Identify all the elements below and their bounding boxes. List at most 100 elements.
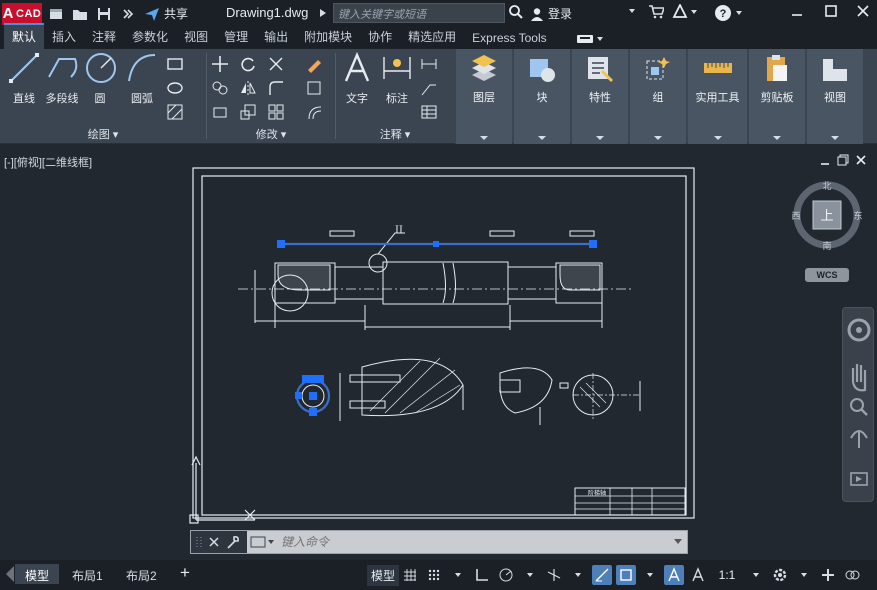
properties-panel[interactable]: 特性 bbox=[571, 49, 628, 144]
tab-scroll-icon[interactable] bbox=[6, 566, 14, 582]
tab-addins[interactable]: 附加模块 bbox=[296, 25, 360, 49]
close-icon[interactable] bbox=[856, 4, 870, 18]
zoom-icon[interactable] bbox=[850, 398, 868, 416]
table-icon[interactable] bbox=[420, 103, 438, 121]
steering-wheel-icon[interactable] bbox=[847, 318, 871, 342]
annotation-visibility-icon[interactable] bbox=[664, 565, 684, 585]
help-icon[interactable]: ? bbox=[714, 4, 744, 22]
pan-hand-icon[interactable] bbox=[851, 364, 867, 392]
viewcube[interactable]: 上 北 南 东 西 bbox=[792, 180, 862, 250]
stretch-icon[interactable] bbox=[211, 103, 229, 121]
iso-dropdown-icon[interactable] bbox=[568, 565, 588, 585]
isodraft-icon[interactable] bbox=[544, 565, 564, 585]
polar-dropdown-icon[interactable] bbox=[520, 565, 540, 585]
cart-icon[interactable] bbox=[648, 4, 664, 20]
minimize-icon[interactable] bbox=[790, 4, 804, 18]
dropdown-icon[interactable] bbox=[628, 4, 636, 13]
ellipse-icon[interactable] bbox=[166, 79, 184, 97]
tab-manage[interactable]: 管理 bbox=[216, 25, 256, 49]
drawing-canvas[interactable]: 阶梯轴 II bbox=[0, 145, 877, 560]
circle-tool[interactable]: 圆 bbox=[84, 51, 116, 106]
modify-panel-title[interactable]: 修改 ▾ bbox=[207, 126, 335, 142]
mirror-icon[interactable] bbox=[239, 79, 257, 97]
hatch-icon[interactable] bbox=[166, 103, 184, 121]
linear-dim-icon[interactable] bbox=[420, 55, 438, 73]
doc-arrow-icon[interactable] bbox=[319, 7, 327, 21]
line-tool[interactable]: 直线 bbox=[6, 51, 42, 106]
object-snap-tracking-icon[interactable] bbox=[592, 565, 612, 585]
command-history-caret-icon[interactable] bbox=[674, 539, 682, 544]
utilities-panel[interactable]: 实用工具 bbox=[687, 49, 747, 144]
move-icon[interactable] bbox=[211, 55, 229, 73]
orbit-icon[interactable] bbox=[850, 430, 868, 448]
grid-icon[interactable] bbox=[400, 565, 420, 585]
leader-icon[interactable] bbox=[420, 79, 438, 97]
tab-collaborate[interactable]: 协作 bbox=[360, 25, 400, 49]
wcs-menu[interactable]: WCS bbox=[805, 268, 849, 282]
polyline-tool[interactable]: 多段线 bbox=[42, 51, 82, 106]
layout-tab-layout2[interactable]: 布局2 bbox=[116, 564, 167, 584]
scale-icon[interactable] bbox=[239, 103, 257, 121]
annotation-scale[interactable]: 1:1 bbox=[712, 565, 742, 585]
erase-icon[interactable] bbox=[305, 55, 323, 73]
share-button[interactable]: 共享 bbox=[144, 5, 188, 22]
ortho-icon[interactable] bbox=[472, 565, 492, 585]
object-snap-icon[interactable] bbox=[616, 565, 636, 585]
array-icon[interactable] bbox=[267, 103, 285, 121]
arc-tool[interactable]: 圆弧 bbox=[124, 51, 160, 106]
tab-express-tools[interactable]: Express Tools bbox=[464, 28, 554, 49]
auto-scale-icon[interactable] bbox=[688, 565, 708, 585]
scale-dropdown-icon[interactable] bbox=[746, 565, 766, 585]
polar-tracking-icon[interactable] bbox=[496, 565, 516, 585]
workspace-dropdown-icon[interactable] bbox=[794, 565, 814, 585]
isolate-objects-icon[interactable] bbox=[842, 565, 862, 585]
snap-mode-icon[interactable] bbox=[424, 565, 444, 585]
grip-mid[interactable] bbox=[433, 241, 439, 247]
section-view-selected[interactable] bbox=[295, 375, 331, 416]
tab-parametric[interactable]: 参数化 bbox=[124, 25, 176, 49]
add-layout-icon[interactable]: + bbox=[180, 563, 190, 583]
layout-tab-model[interactable]: 模型 bbox=[15, 564, 60, 584]
new-file-icon[interactable] bbox=[46, 4, 66, 24]
view-panel[interactable]: 视图 bbox=[806, 49, 863, 144]
autodesk-app-icon[interactable] bbox=[672, 4, 698, 20]
trim-icon[interactable] bbox=[267, 55, 285, 73]
login-button[interactable]: 登录 bbox=[530, 5, 572, 22]
explode-icon[interactable] bbox=[305, 79, 323, 97]
search-icon[interactable] bbox=[508, 4, 524, 23]
selected-line[interactable] bbox=[277, 240, 597, 248]
tab-featured-apps[interactable]: 精选应用 bbox=[400, 25, 464, 49]
showmotion-icon[interactable] bbox=[850, 472, 868, 486]
maximize-icon[interactable] bbox=[824, 4, 838, 18]
tab-output[interactable]: 输出 bbox=[256, 25, 296, 49]
clipboard-panel[interactable]: 剪贴板 bbox=[748, 49, 805, 144]
dimension-tool[interactable]: 标注 bbox=[380, 51, 414, 106]
tab-default[interactable]: 默认 bbox=[4, 23, 45, 49]
layers-panel[interactable]: 图层 bbox=[455, 49, 512, 144]
tab-view[interactable]: 视图 bbox=[176, 25, 216, 49]
osnap-dropdown-icon[interactable] bbox=[640, 565, 660, 585]
grip-end[interactable] bbox=[589, 240, 597, 248]
add-plus-icon[interactable] bbox=[818, 565, 838, 585]
expand-toolbar-icon[interactable] bbox=[118, 4, 138, 24]
grip-start[interactable] bbox=[277, 240, 285, 248]
draw-panel-title[interactable]: 绘图 ▾ bbox=[0, 126, 206, 142]
tab-insert[interactable]: 插入 bbox=[44, 25, 84, 49]
ribbon-display-toggle[interactable] bbox=[575, 33, 605, 45]
offset-icon[interactable] bbox=[305, 103, 323, 121]
copy-icon[interactable] bbox=[211, 79, 229, 97]
rotate-icon[interactable] bbox=[239, 55, 257, 73]
customize-wrench-icon[interactable] bbox=[225, 534, 241, 550]
recent-commands-icon[interactable] bbox=[249, 534, 275, 550]
command-input[interactable] bbox=[281, 535, 661, 549]
fillet-icon[interactable] bbox=[267, 79, 285, 97]
group-panel[interactable]: 组 bbox=[629, 49, 686, 144]
block-panel[interactable]: 块 bbox=[513, 49, 570, 144]
open-folder-icon[interactable] bbox=[70, 4, 90, 24]
save-icon[interactable] bbox=[94, 4, 114, 24]
close-command-icon[interactable] bbox=[208, 536, 220, 548]
grip-handle-icon[interactable] bbox=[195, 535, 203, 549]
app-menu-button[interactable]: A CAD bbox=[2, 2, 42, 25]
rectangle-icon[interactable] bbox=[166, 55, 184, 73]
model-space-toggle[interactable]: 模型 bbox=[367, 565, 400, 586]
